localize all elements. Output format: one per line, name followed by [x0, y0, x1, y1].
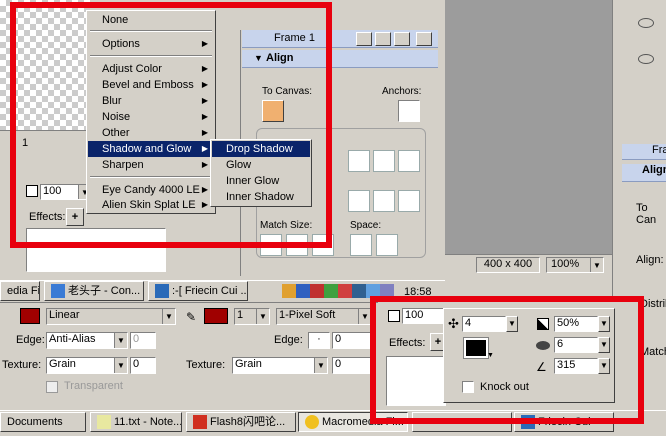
dropdown-arrow-icon[interactable]: ▼: [162, 309, 175, 324]
app-icon: [155, 284, 169, 299]
dropdown-arrow-icon[interactable]: ▼: [114, 358, 127, 373]
anchors-label: Anchors:: [382, 86, 422, 97]
app-icon: [51, 284, 65, 299]
new-frame-icon[interactable]: [356, 32, 372, 46]
edge-label: Edge:: [16, 334, 45, 346]
align-right-icon[interactable]: [398, 150, 420, 172]
texture-stroke-select[interactable]: Grain ▼: [232, 357, 328, 374]
dropdown-arrow-icon[interactable]: ▼: [314, 358, 327, 373]
zoom-select[interactable]: 100% ▼: [546, 257, 604, 273]
edge-label-stroke: Edge:: [274, 334, 303, 346]
to-canvas-label-right: To Can: [636, 202, 657, 226]
edge-stroke-field[interactable]: ·: [308, 332, 330, 349]
highlight-frame-menu: [10, 2, 332, 248]
align-panel-header-right: Align: [622, 164, 666, 182]
macromedia-icon: [305, 415, 319, 430]
canvas-size-display[interactable]: 400 x 400: [476, 257, 540, 273]
duplicate-frame-icon[interactable]: [375, 32, 391, 46]
taskbar-item-documents[interactable]: Documents: [0, 412, 86, 432]
texture-label-stroke: Texture:: [186, 359, 226, 371]
texture-label: Texture:: [2, 359, 42, 371]
transparent-checkbox[interactable]: [46, 381, 58, 393]
frame-options-icon[interactable]: [394, 32, 410, 46]
distribute-center-icon[interactable]: [373, 190, 395, 212]
space-vertical-icon[interactable]: [376, 234, 398, 256]
space-horizontal-icon[interactable]: [350, 234, 372, 256]
document-background: [445, 0, 612, 254]
align-center-icon[interactable]: [373, 150, 395, 172]
stroke-size-select[interactable]: 1 ▼: [234, 308, 270, 325]
edge-stroke-amount[interactable]: 0: [332, 332, 372, 349]
trash-icon[interactable]: [416, 32, 432, 46]
taskbar-item-macromedia[interactable]: edia Fi...: [0, 281, 40, 301]
stroke-type-select[interactable]: 1-Pixel Soft ▼: [276, 308, 372, 325]
distribute-left-icon[interactable]: [348, 190, 370, 212]
fill-type-select[interactable]: Linear ▼: [46, 308, 176, 325]
dropdown-arrow-icon[interactable]: ▼: [114, 333, 127, 348]
distribute-right-icon[interactable]: [398, 190, 420, 212]
texture-amount-field[interactable]: 0: [130, 357, 156, 374]
notepad-icon: [97, 415, 111, 430]
highlight-frame-dropshadow: [370, 296, 644, 424]
edge-select[interactable]: Anti-Alias ▼: [46, 332, 128, 349]
space-label: Space:: [350, 220, 382, 231]
stroke-color-swatch[interactable]: [204, 308, 228, 324]
fram-panel-header: Fra: [622, 144, 666, 160]
flash-icon: [193, 415, 207, 430]
align-left-icon[interactable]: [348, 150, 370, 172]
edge-amount-field[interactable]: 0: [130, 332, 156, 349]
eye-icon[interactable]: [638, 18, 654, 28]
texture-select[interactable]: Grain ▼: [46, 357, 128, 374]
taskbar-item-con[interactable]: 老头子 - Con...: [44, 281, 144, 301]
fill-color-swatch[interactable]: [20, 308, 40, 324]
taskbar-item-notepad[interactable]: 11.txt - Note...: [90, 412, 182, 432]
texture-stroke-amount[interactable]: 0: [332, 357, 372, 374]
taskbar-item-flash8[interactable]: Flash8闪吧论...: [186, 412, 296, 432]
transparent-label: Transparent: [64, 380, 123, 392]
pencil-icon: ✎: [186, 310, 197, 324]
eye-icon[interactable]: [638, 54, 654, 64]
dropdown-arrow-icon[interactable]: ▼: [590, 258, 603, 272]
dropdown-arrow-icon[interactable]: ▼: [256, 309, 269, 324]
anchors-button[interactable]: [398, 100, 420, 122]
taskbar-item-friecin[interactable]: :-[ Friecin Cui ...: [148, 281, 248, 301]
align-label-right: Align:: [636, 254, 664, 266]
